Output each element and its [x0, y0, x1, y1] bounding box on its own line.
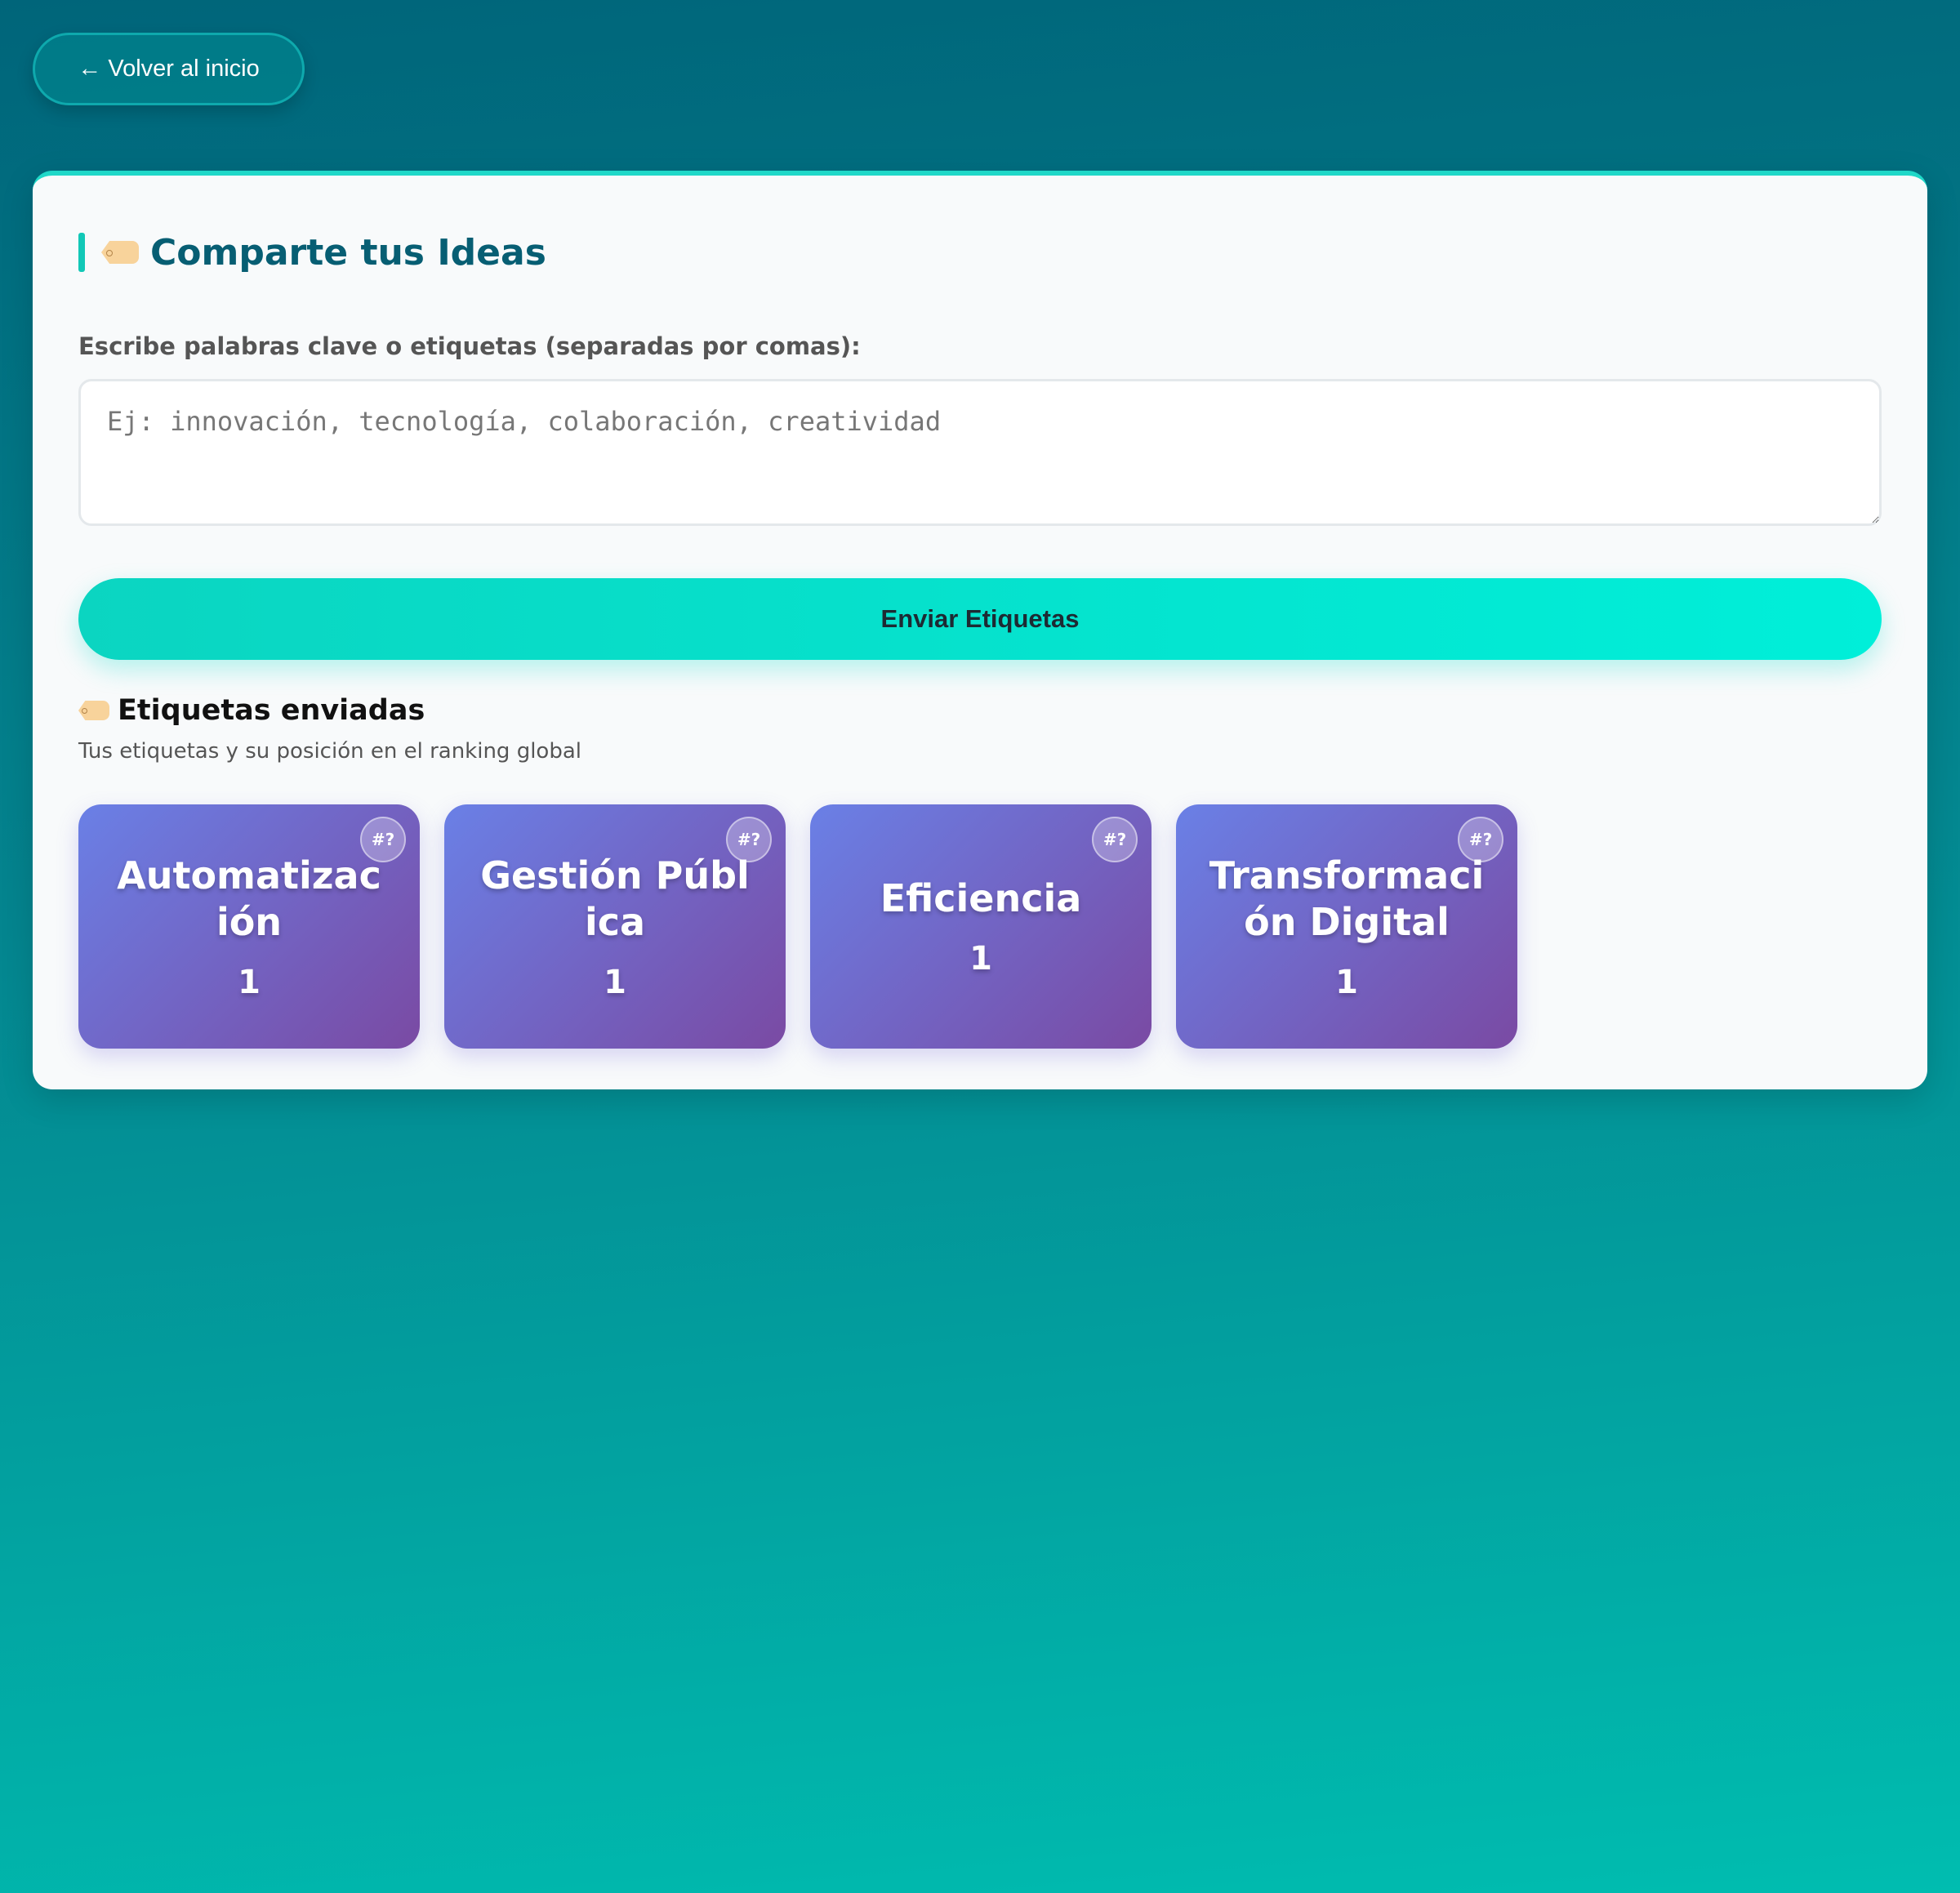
- rank-badge: #?: [1458, 817, 1503, 862]
- sent-tags-list: #? Automatización 1 #? Gestión Pública 1…: [78, 804, 1517, 1049]
- ideas-card: Comparte tus Ideas Escribe palabras clav…: [33, 171, 1927, 1089]
- submit-tags-button[interactable]: Enviar Etiquetas: [78, 578, 1882, 660]
- tag-name: Eficiencia: [880, 876, 1082, 920]
- tag-card[interactable]: #? Automatización 1: [78, 804, 420, 1049]
- tags-input[interactable]: [78, 379, 1882, 526]
- tag-name: Automatización: [117, 853, 381, 944]
- tag-count: 1: [604, 963, 626, 1001]
- sent-tags-title: Etiquetas enviadas: [118, 694, 425, 727]
- card-header: Comparte tus Ideas: [78, 231, 546, 274]
- back-to-home-button[interactable]: ← Volver al inicio: [33, 33, 305, 105]
- tag-icon: [101, 241, 139, 264]
- tag-card[interactable]: #? Eficiencia 1: [810, 804, 1152, 1049]
- tag-count: 1: [969, 940, 992, 978]
- tag-count: 1: [238, 963, 261, 1001]
- tags-field-label: Escribe palabras clave o etiquetas (sepa…: [78, 332, 861, 360]
- tag-count: 1: [1335, 963, 1358, 1001]
- sent-tags-header: Etiquetas enviadas: [78, 694, 425, 727]
- rank-badge: #?: [1092, 817, 1138, 862]
- tag-icon: [78, 701, 109, 720]
- tag-card[interactable]: #? Transformación Digital 1: [1176, 804, 1517, 1049]
- page-title: Comparte tus Ideas: [150, 231, 546, 274]
- tag-card[interactable]: #? Gestión Pública 1: [444, 804, 786, 1049]
- sent-tags-subtitle: Tus etiquetas y su posición en el rankin…: [78, 739, 581, 764]
- rank-badge: #?: [360, 817, 406, 862]
- tag-name: Transformación Digital: [1209, 853, 1485, 944]
- title-accent-bar: [78, 233, 85, 272]
- rank-badge: #?: [726, 817, 772, 862]
- tag-name: Gestión Pública: [480, 853, 750, 944]
